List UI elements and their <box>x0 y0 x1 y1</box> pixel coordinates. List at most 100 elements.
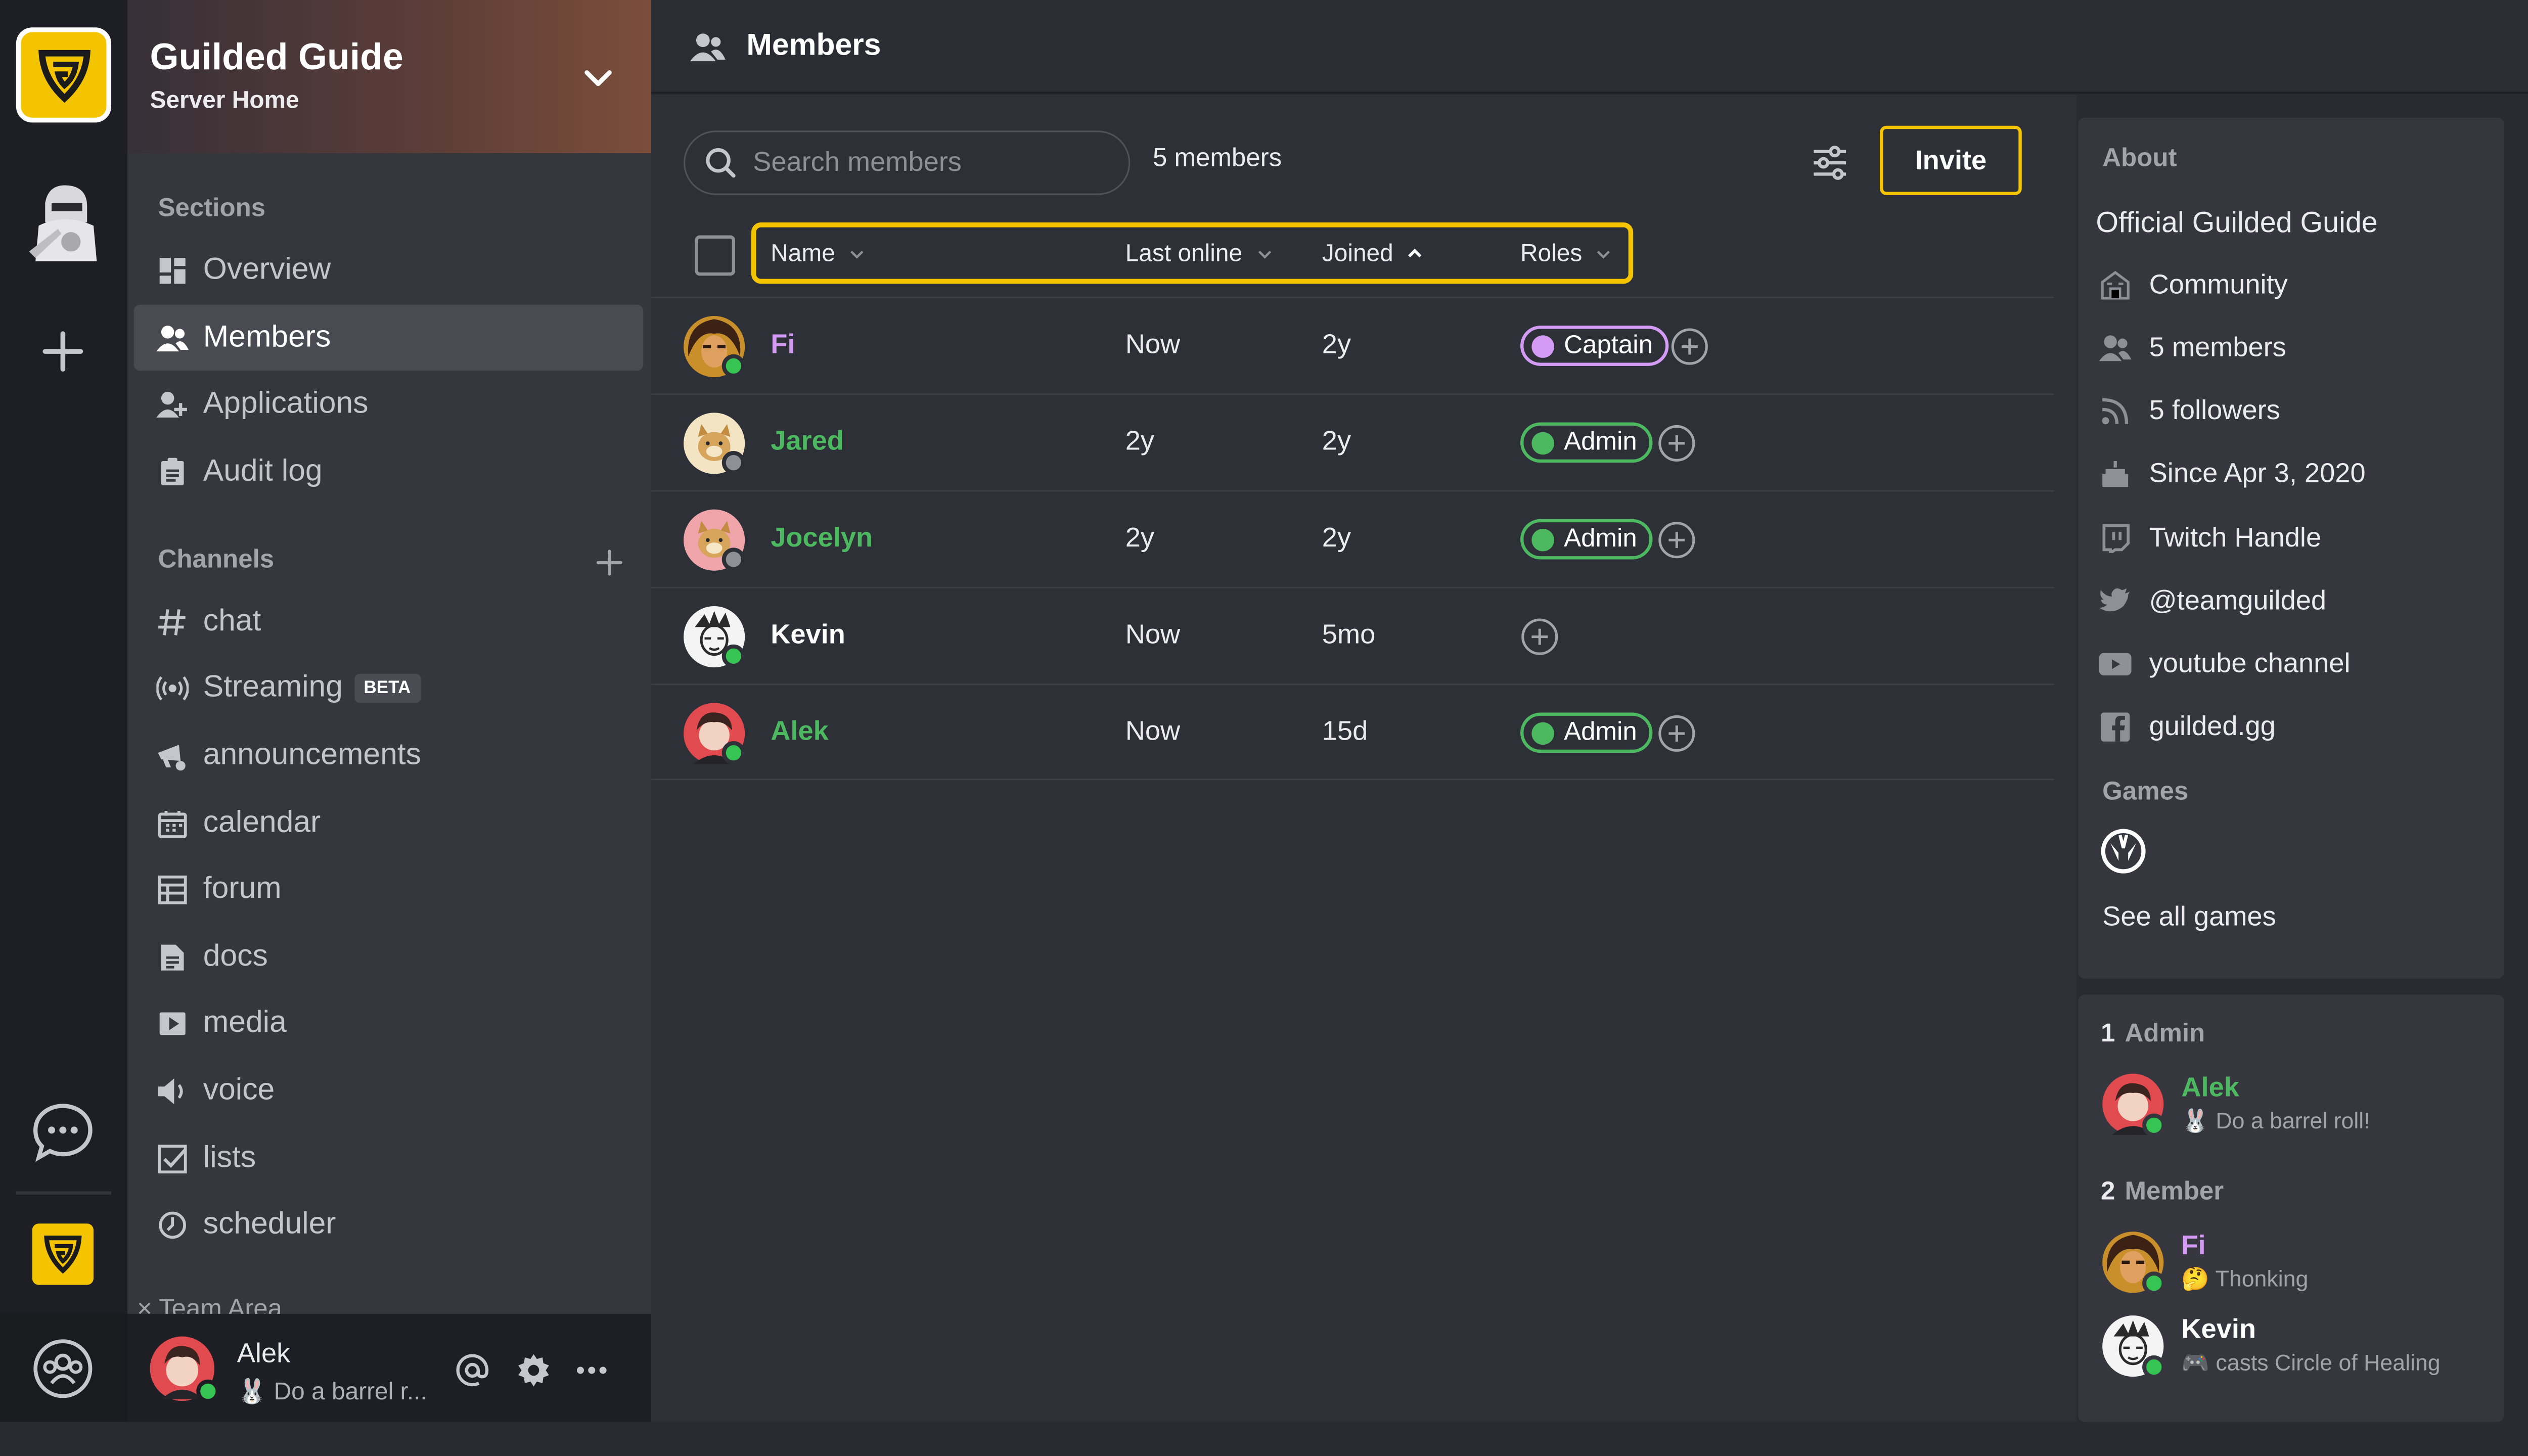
select-all-checkbox[interactable] <box>695 235 736 276</box>
add-role-icon[interactable] <box>1671 327 1709 366</box>
channel-chat[interactable]: chat <box>134 588 644 655</box>
roster-member-status: 🎮 casts Circle of Healing <box>2181 1349 2441 1376</box>
beta-badge: BETA <box>354 673 421 702</box>
member-name[interactable]: Jocelyn <box>771 522 873 555</box>
add-role-icon[interactable] <box>1657 521 1696 560</box>
member-name[interactable]: Kevin <box>771 619 845 651</box>
about-item-facebook[interactable]: guilded.gg <box>2099 711 2276 743</box>
about-item-youtube[interactable]: youtube channel <box>2099 648 2351 680</box>
guilded-home-button[interactable] <box>32 1223 94 1285</box>
chevron-down-icon[interactable] <box>580 60 616 95</box>
youtube-icon <box>2099 648 2132 680</box>
overwatch-icon[interactable] <box>2101 829 2146 874</box>
server-banner[interactable]: Guilded Guide Server Home <box>127 0 652 153</box>
chevron-down-icon <box>1257 250 1271 259</box>
roster-member[interactable]: Alek 🐰 Do a barrel roll! <box>2101 1072 2488 1140</box>
chevron-up-icon <box>1408 248 1422 258</box>
members-icon <box>2099 332 2132 365</box>
group-count: 2 <box>2100 1178 2115 1206</box>
hash-icon <box>156 605 189 638</box>
guilded-guide-server-icon[interactable] <box>16 27 112 123</box>
avatar[interactable] <box>682 605 747 669</box>
direct-messages-icon[interactable] <box>31 1101 96 1166</box>
knight-server-icon[interactable] <box>23 180 107 267</box>
table-row[interactable]: Fi Now 2y Captain <box>651 296 2054 393</box>
add-server-icon[interactable] <box>39 327 87 376</box>
sidebar-item-label: Members <box>203 320 331 354</box>
channel-voice[interactable]: voice <box>134 1058 644 1124</box>
friends-icon[interactable] <box>31 1336 96 1401</box>
about-item-twitch[interactable]: Twitch Handle <box>2099 522 2321 555</box>
avatar[interactable] <box>682 508 747 572</box>
search-input[interactable] <box>753 147 1108 179</box>
channel-calendar[interactable]: calendar <box>134 790 644 856</box>
channel-announcements[interactable]: announcements <box>134 722 644 789</box>
about-item-label: Since Apr 3, 2020 <box>2149 458 2366 489</box>
column-header-roles[interactable]: Roles <box>1520 240 1611 267</box>
add-role-icon[interactable] <box>1657 714 1696 753</box>
see-all-games-link[interactable]: See all games <box>2102 901 2276 934</box>
avatar <box>2102 1315 2165 1379</box>
table-row[interactable]: Kevin Now 5mo <box>651 586 2054 684</box>
avatar[interactable] <box>148 1335 216 1403</box>
avatar[interactable] <box>682 314 747 379</box>
column-header-last-online[interactable]: Last online <box>1125 240 1272 267</box>
about-item-twitter[interactable]: @teamguilded <box>2099 585 2326 618</box>
roster-member[interactable]: Kevin 🎮 casts Circle of Healing <box>2101 1314 2488 1382</box>
roster-member[interactable]: Fi 🤔 Thonking <box>2101 1230 2488 1298</box>
table-row[interactable]: Jocelyn 2y 2y Admin <box>651 490 2054 586</box>
sidebar-item-label: Overview <box>203 252 331 287</box>
column-header-name[interactable]: Name <box>771 240 864 267</box>
search-members[interactable] <box>684 130 1131 195</box>
streaming-icon <box>156 671 189 704</box>
sidebar-item-members[interactable]: Members <box>133 304 644 371</box>
table-row[interactable]: Alek Now 15d Admin <box>651 684 2054 781</box>
member-name[interactable]: Jared <box>771 426 844 458</box>
rail-divider <box>16 1191 112 1195</box>
mentions-icon[interactable] <box>455 1352 490 1388</box>
roster-member-name: Kevin <box>2181 1313 2256 1345</box>
sidebar-item-audit-log[interactable]: Audit log <box>134 438 644 505</box>
channel-lists[interactable]: lists <box>134 1125 644 1192</box>
table-row[interactable]: Jared 2y 2y Admin <box>651 393 2054 490</box>
invite-button[interactable]: Invite <box>1880 125 2022 195</box>
avatar[interactable] <box>682 411 747 476</box>
calendar-icon <box>156 807 189 839</box>
column-header-joined[interactable]: Joined <box>1322 240 1422 267</box>
add-role-icon[interactable] <box>1520 617 1559 656</box>
role-badge[interactable]: Admin <box>1520 519 1653 560</box>
sidebar-item-overview[interactable]: Overview <box>134 237 644 303</box>
role-badge[interactable]: Admin <box>1520 422 1653 463</box>
channel-label: chat <box>203 604 261 638</box>
role-badge[interactable]: Admin <box>1520 712 1653 753</box>
avatar[interactable] <box>682 701 747 766</box>
more-options-icon[interactable] <box>574 1352 609 1388</box>
filter-settings-icon[interactable] <box>1811 144 1849 183</box>
chevron-down-icon <box>1597 250 1611 259</box>
gear-icon[interactable] <box>516 1352 551 1388</box>
add-role-icon[interactable] <box>1657 424 1696 463</box>
add-channel-icon[interactable] <box>595 548 624 577</box>
member-last-online: Now <box>1125 619 1181 650</box>
about-item-label: Twitch Handle <box>2149 522 2322 553</box>
channel-streaming[interactable]: Streaming BETA <box>134 655 644 721</box>
role-badge[interactable]: Captain <box>1520 326 1669 366</box>
about-item-followers[interactable]: 5 followers <box>2099 395 2280 427</box>
user-status[interactable]: 🐰 Do a barrel r... <box>237 1377 427 1405</box>
member-name[interactable]: Fi <box>771 329 795 361</box>
channel-scheduler[interactable]: scheduler <box>134 1192 644 1258</box>
server-rail <box>0 0 127 1422</box>
channel-label: scheduler <box>203 1206 336 1241</box>
member-name[interactable]: Alek <box>771 716 829 748</box>
members-table-panel: 5 members Invite Name Last online Joined… <box>651 95 2077 1422</box>
roster-member-status: 🐰 Do a barrel roll! <box>2181 1107 2370 1133</box>
members-icon <box>690 33 726 62</box>
column-last-online-label: Last online <box>1125 240 1243 268</box>
channel-docs[interactable]: docs <box>134 924 644 990</box>
media-icon <box>156 1007 189 1039</box>
sidebar-item-applications[interactable]: Applications <box>134 371 644 437</box>
about-item-members[interactable]: 5 members <box>2099 332 2286 365</box>
channel-forum[interactable]: forum <box>134 856 644 922</box>
channel-media[interactable]: media <box>134 990 644 1056</box>
column-joined-label: Joined <box>1322 240 1393 268</box>
